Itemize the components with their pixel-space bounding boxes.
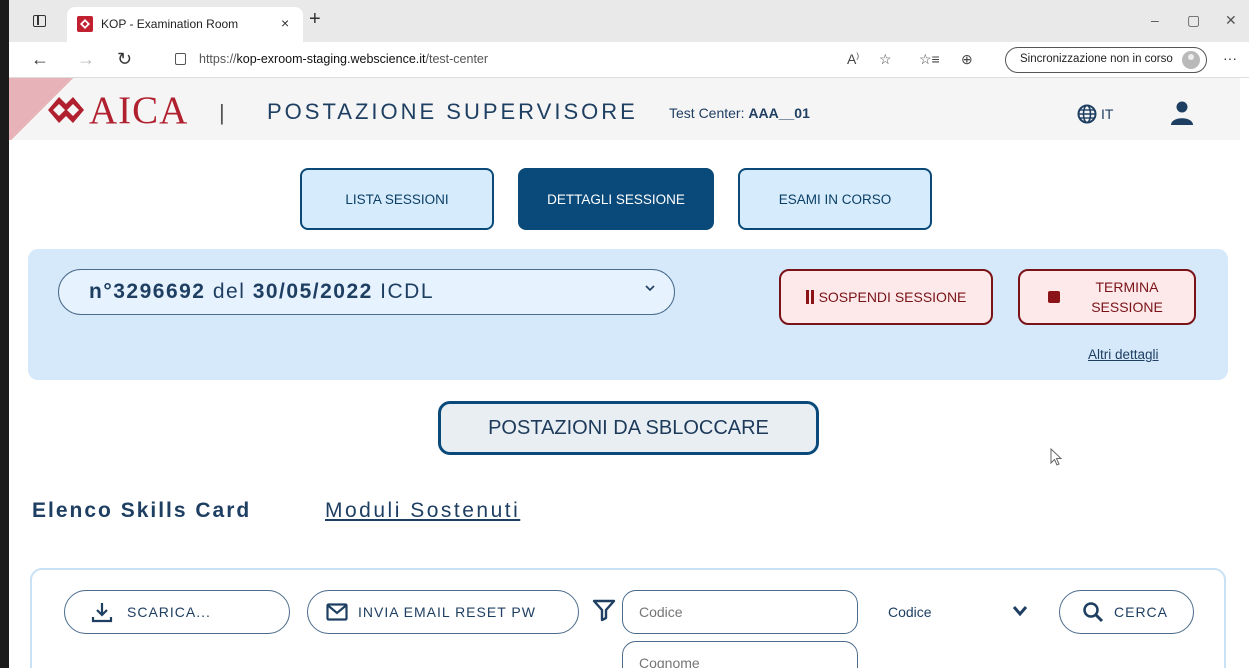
globe-icon[interactable] (1077, 104, 1097, 124)
page-title: POSTAZIONE SUPERVISORE (267, 99, 638, 124)
tab-esami-in-corso[interactable]: ESAMI IN CORSO (738, 168, 932, 230)
mail-icon (326, 603, 348, 621)
download-label: SCARICA... (127, 604, 211, 620)
forward-arrow-icon[interactable]: → (77, 49, 95, 70)
chevron-down-icon (645, 285, 655, 292)
header-separator: | (219, 100, 225, 125)
tab-dettagli-sessione[interactable]: DETTAGLI SESSIONE (518, 168, 714, 230)
more-details-link[interactable]: Altri dettagli (1088, 347, 1159, 362)
pause-icon (805, 290, 809, 304)
mouse-cursor-icon (1050, 448, 1063, 466)
terminate-label: TERMINA SESSIONE (1091, 279, 1163, 315)
read-aloud-icon[interactable]: A) (847, 51, 859, 67)
postazioni-da-sbloccare-button[interactable]: POSTAZIONI DA SBLOCCARE (438, 401, 819, 455)
add-favorite-icon[interactable]: ☆ (879, 51, 892, 68)
session-selector[interactable]: n°3296692 del 30/05/2022 ICDL (58, 269, 675, 315)
close-window-button[interactable]: ✕ (1225, 12, 1237, 29)
aica-logo-icon (48, 97, 84, 123)
app-header: AICA | POSTAZIONE SUPERVISORE Test Cente… (9, 78, 1240, 140)
back-arrow-icon[interactable]: ← (31, 49, 49, 70)
browser-tab-active[interactable]: KOP - Examination Room × (67, 7, 303, 42)
codice-input[interactable] (622, 590, 858, 634)
more-menu-icon[interactable]: ··· (1223, 50, 1237, 66)
terminate-session-button[interactable]: TERMINA SESSIONE (1018, 269, 1196, 325)
download-button[interactable]: SCARICA... (64, 590, 290, 634)
language-selector[interactable]: IT (1101, 106, 1113, 122)
test-center-info: Test Center: AAA__01 (669, 105, 810, 121)
pause-icon-bar (810, 290, 814, 304)
tab-close-icon[interactable]: × (281, 15, 289, 31)
suspend-session-button[interactable]: SOSPENDI SESSIONE (779, 269, 993, 325)
minimize-button[interactable]: – (1151, 12, 1159, 28)
search-icon (1083, 602, 1104, 623)
session-value: n°3296692 del 30/05/2022 ICDL (89, 280, 434, 303)
aica-favicon-icon (77, 16, 93, 32)
tab-lista-sessioni[interactable]: LISTA SESSIONI (300, 168, 494, 230)
browser-window: KOP - Examination Room × + – ▢ ✕ ← → ↻ h… (0, 0, 1249, 668)
send-reset-email-button[interactable]: INVIA EMAIL RESET PW (307, 590, 579, 634)
lock-icon[interactable] (175, 53, 186, 65)
search-label: CERCA (1114, 604, 1169, 620)
sidebar-toggle-icon[interactable] (33, 15, 46, 27)
new-tab-button[interactable]: + (309, 9, 321, 29)
suspend-label: SOSPENDI SESSIONE (818, 289, 967, 305)
session-panel: n°3296692 del 30/05/2022 ICDL SOSPENDI S… (28, 249, 1228, 380)
url-field[interactable]: https://kop-exroom-staging.webscience.it… (199, 52, 488, 66)
user-icon[interactable] (1169, 100, 1195, 126)
sync-status-button[interactable]: Sincronizzazione non in corso (1005, 47, 1207, 73)
collections-icon[interactable]: ⊕ (961, 51, 973, 68)
tab-title: KOP - Examination Room (101, 17, 239, 31)
filter-icon[interactable] (592, 598, 616, 622)
refresh-icon[interactable]: ↻ (117, 49, 132, 70)
stop-icon (1048, 291, 1060, 303)
search-by-select[interactable]: Codice (888, 604, 932, 620)
profile-avatar-icon (1182, 51, 1200, 69)
favorites-icon[interactable]: ☆≡ (919, 51, 940, 68)
skills-card-title: Elenco Skills Card (32, 499, 252, 522)
address-bar: ← → ↻ https://kop-exroom-staging.webscie… (9, 42, 1249, 78)
restore-button[interactable]: ▢ (1187, 12, 1200, 29)
browser-tab-strip: KOP - Examination Room × + – ▢ ✕ (9, 0, 1249, 42)
download-icon (91, 603, 113, 623)
left-edge (0, 0, 9, 668)
chevron-down-icon[interactable] (1012, 604, 1028, 618)
brand-name: AICA (89, 89, 189, 132)
moduli-sostenuti-link[interactable]: Moduli Sostenuti (325, 499, 520, 523)
sync-label: Sincronizzazione non in corso (1020, 53, 1173, 65)
send-reset-email-label: INVIA EMAIL RESET PW (358, 604, 536, 620)
search-button[interactable]: CERCA (1059, 590, 1194, 634)
cognome-input[interactable] (622, 641, 858, 668)
